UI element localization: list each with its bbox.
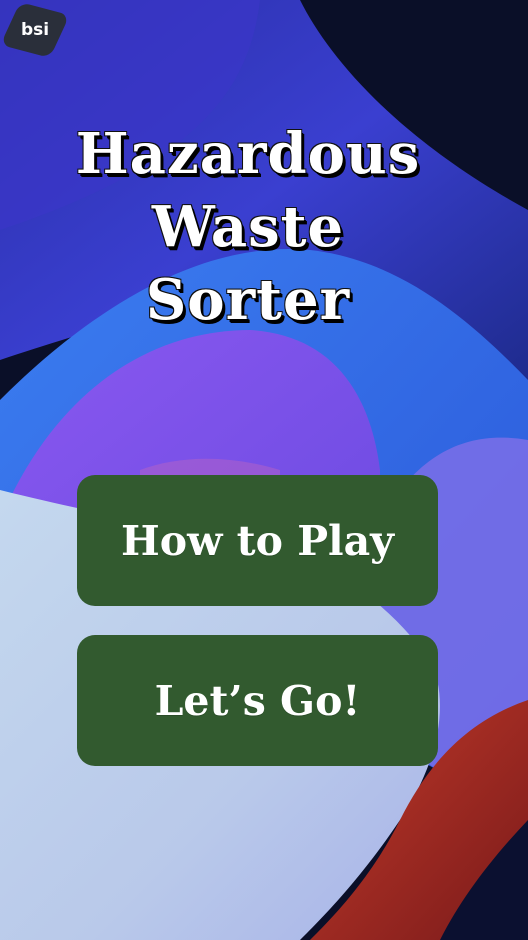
title-line-1: Hazardous — [75, 121, 421, 187]
lets-go-button[interactable]: Let’s Go! — [77, 635, 438, 766]
title-line-2: Waste — [151, 194, 345, 260]
how-to-play-button[interactable]: How to Play — [77, 475, 438, 606]
bsi-logo-text: bsi — [20, 20, 50, 40]
game-title: Hazardous Waste Sorter — [0, 118, 496, 337]
title-line-3: Sorter — [145, 267, 351, 333]
